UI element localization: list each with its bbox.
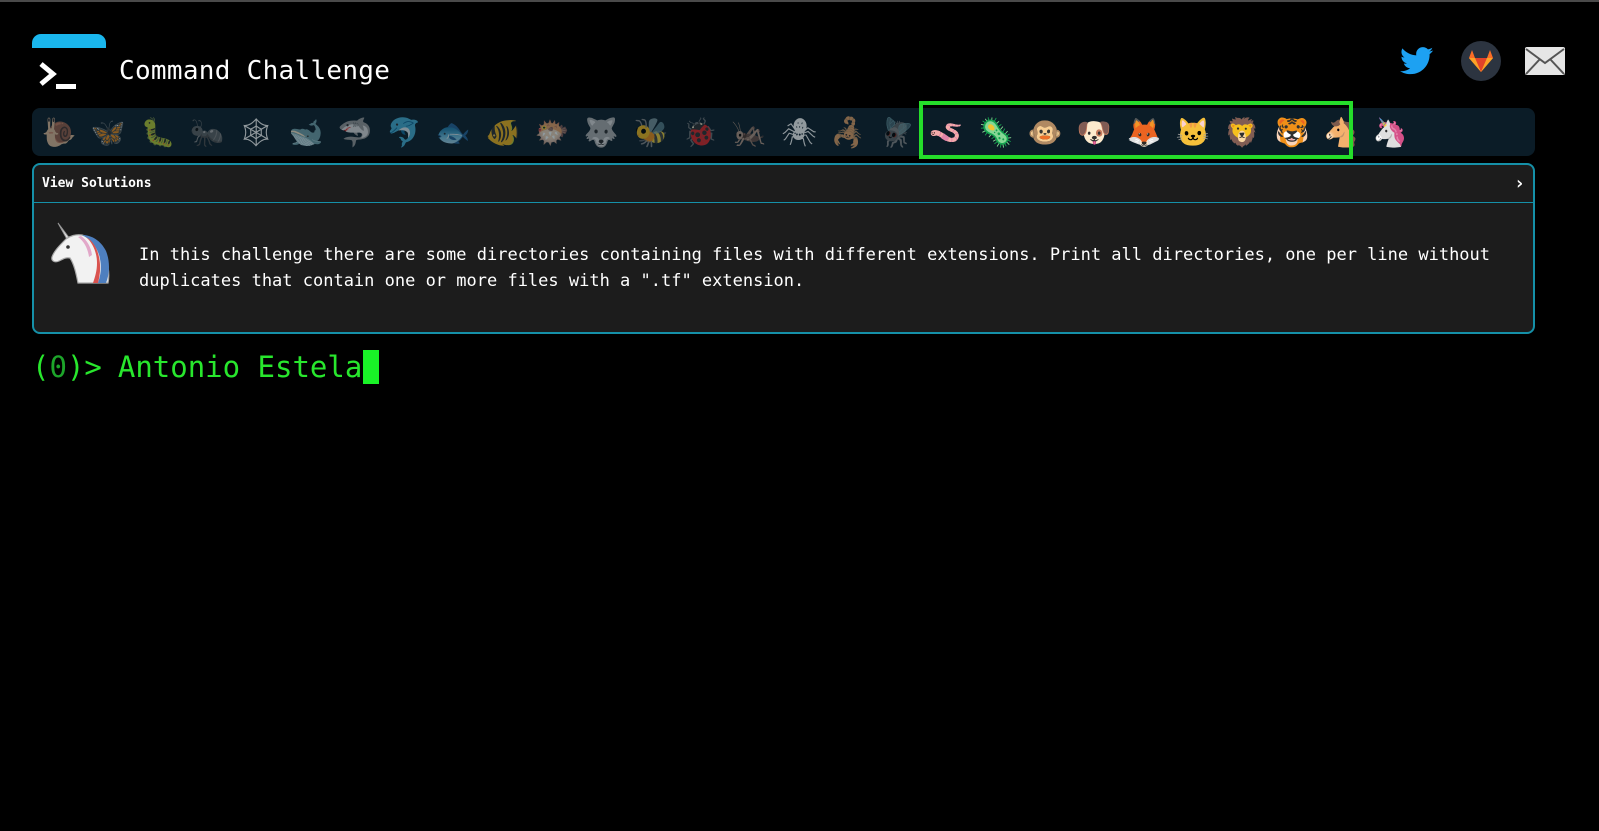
whale-icon[interactable]: 🐋 [287,114,325,152]
dog-icon[interactable]: 🐶 [1075,114,1113,152]
bee-icon[interactable]: 🐝 [632,114,670,152]
challenge-animal-bar: 🐌 🦋 🐛 🐜 🕸 🐋 🦈 🐬 🐟 🐠 🐡 🐺 🐝 🐞 🦗 🕷 🦂 🪰 🪱 🦠 🐵 🐶 🦊 🐱 🦁 🐯 🐴 🦄 [32,108,1535,156]
monkey-icon[interactable]: 🐵 [1026,114,1064,152]
site-title[interactable]: Command Challenge [119,56,390,86]
twitter-link[interactable] [1395,39,1439,83]
horse-icon[interactable]: 🐴 [1322,114,1360,152]
worm-icon[interactable]: 🪱 [927,114,965,152]
gitlab-link[interactable] [1459,39,1503,83]
butterfly-icon[interactable]: 🦋 [89,114,127,152]
gitlab-badge [1461,41,1501,81]
top-border [0,0,1599,2]
tiger-icon[interactable]: 🐯 [1273,114,1311,152]
header: Command Challenge [32,34,1567,100]
fish-icon[interactable]: 🐟 [434,114,472,152]
site-logo[interactable] [32,34,106,96]
lion-icon[interactable]: 🦁 [1223,114,1261,152]
terminal-prompt-icon [39,62,76,89]
tropical-fish-icon[interactable]: 🐠 [484,114,522,152]
gitlab-icon [1469,50,1493,72]
mail-icon [1525,47,1565,75]
fox-icon[interactable]: 🦊 [1125,114,1163,152]
cat-icon[interactable]: 🐱 [1174,114,1212,152]
solutions-panel: View Solutions › In this challenge there… [32,163,1535,334]
social-links [1395,39,1567,83]
ant-icon[interactable]: 🐜 [188,114,226,152]
terminal-prompt[interactable]: (0)> Antonio Estela [32,350,380,384]
view-solutions-title[interactable]: View Solutions [42,176,152,191]
caterpillar-icon[interactable]: 🐛 [139,114,177,152]
unicorn-icon [51,222,110,284]
scorpion-icon[interactable]: 🦂 [829,114,867,152]
chevron-right-icon[interactable]: › [1514,173,1525,194]
challenge-text: In this challenge there are some directo… [139,245,1491,291]
challenge-description: In this challenge there are some directo… [34,203,1533,332]
spiderweb-icon[interactable]: 🕸 [237,114,275,152]
microbe-icon[interactable]: 🦠 [977,114,1015,152]
fly-icon[interactable]: 🪰 [878,114,916,152]
unicorn-icon[interactable]: 🦄 [1371,114,1409,152]
wolf-icon[interactable]: 🐺 [582,114,620,152]
prompt-open: ( [32,350,50,384]
spider-icon[interactable]: 🕷 [780,114,818,152]
prompt-count: 0 [49,350,67,384]
snail-icon[interactable]: 🐌 [40,114,78,152]
ladybug-icon[interactable]: 🐞 [681,114,719,152]
logo-tab [32,34,106,48]
terminal-input[interactable]: Antonio Estela [118,350,362,384]
twitter-icon [1400,47,1434,75]
prompt-close: )> [66,350,102,384]
view-solutions-header[interactable]: View Solutions › [34,165,1533,203]
blowfish-icon[interactable]: 🐡 [533,114,571,152]
terminal-cursor [363,350,380,384]
shark-icon[interactable]: 🦈 [336,114,374,152]
dolphin-icon[interactable]: 🐬 [385,114,423,152]
mail-link[interactable] [1523,39,1567,83]
cricket-icon[interactable]: 🦗 [730,114,768,152]
